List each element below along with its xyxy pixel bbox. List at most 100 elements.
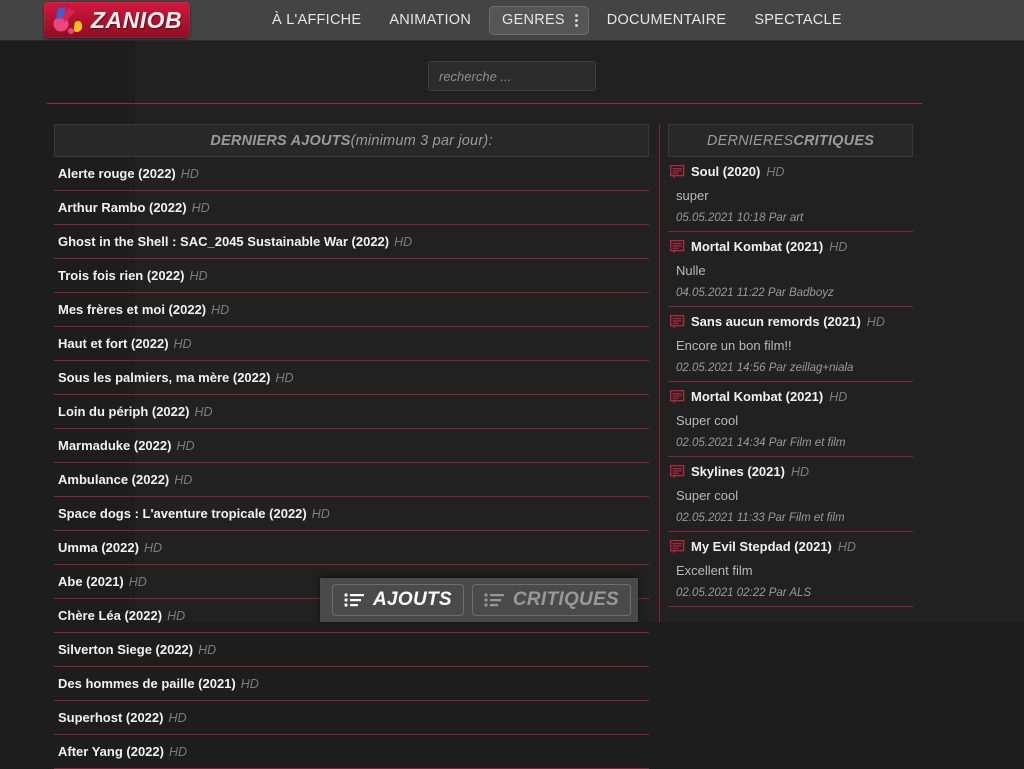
nav-label: GENRES (502, 11, 565, 28)
main-nav: À L'AFFICHE ANIMATION GENRES DOCUMENTAIR… (258, 0, 856, 41)
review-movie-title: Mortal Kombat (2021) (691, 389, 824, 404)
quality-badge: HD (189, 269, 208, 283)
colorful-shapes-icon (53, 7, 83, 34)
review-movie-title: Soul (2020) (691, 164, 761, 179)
movie-title: Alerte rouge (2022) (58, 166, 176, 181)
review-item[interactable]: Soul (2020) HD super 05.05.2021 10:18 Par a… (668, 157, 913, 232)
top-navigation-bar: ZANIOB À L'AFFICHE ANIMATION GENRES DOCU… (0, 0, 1024, 41)
list-item[interactable]: Superhost (2022) HD (54, 701, 649, 735)
list-item[interactable]: Loin du périph (2022) HD (54, 395, 649, 429)
comment-icon (670, 239, 685, 253)
list-icon (484, 593, 504, 607)
ajouts-list: Alerte rouge (2022) HD Arthur Rambo (2022)… (54, 157, 649, 769)
nav-item-documentaire[interactable]: DOCUMENTAIRE (593, 0, 741, 41)
list-item[interactable]: Arthur Rambo (2022) HD (54, 191, 649, 225)
movie-title: Umma (2022) (58, 540, 139, 555)
review-title-row[interactable]: Soul (2020) HD (670, 164, 913, 179)
nav-label: À L'AFFICHE (272, 11, 362, 28)
review-item[interactable]: My Evil Stepdad (2021) HD Excellent film 02… (668, 532, 913, 607)
review-meta: 02.05.2021 14:56 Par zeillag+niala (676, 362, 854, 374)
review-item[interactable]: Skylines (2021) HD Super cool 02.05.2021 11… (668, 457, 913, 532)
review-title-row[interactable]: Mortal Kombat (2021) HD (670, 239, 913, 254)
list-item[interactable]: Ambulance (2022) HD (54, 463, 649, 497)
panel-title-ajouts: DERNIERS AJOUTS (210, 132, 351, 149)
review-title-row[interactable]: My Evil Stepdad (2021) HD (670, 539, 913, 554)
quality-badge: HD (128, 575, 147, 589)
review-body: Super cool (676, 488, 739, 503)
tab-critiques[interactable]: CRITIQUES (471, 584, 632, 616)
review-item[interactable]: Sans aucun remords (2021) HD Encore un bon… (668, 307, 913, 382)
movie-title: Abe (2021) (58, 574, 124, 589)
panel-title-critiques: DERNIERES (706, 132, 794, 149)
tab-ajouts[interactable]: AJOUTS (332, 584, 464, 616)
list-item[interactable]: Trois fois rien (2022) HD (54, 259, 649, 293)
nav-item-animation[interactable]: ANIMATION (375, 0, 485, 41)
comment-icon (670, 389, 685, 403)
review-title-row[interactable]: Sans aucun remords (2021) HD (670, 314, 913, 329)
quality-badge: HD (866, 314, 885, 329)
quality-badge: HD (766, 164, 785, 179)
movie-title: Silverton Siege (2022) (58, 642, 194, 657)
quality-badge: HD (837, 539, 856, 554)
review-item[interactable]: Mortal Kombat (2021) HD Nulle 04.05.2021 11… (668, 232, 913, 307)
search-input[interactable] (428, 61, 596, 91)
bottom-tab-bar: AJOUTS CRITIQUES (320, 578, 638, 622)
review-movie-title: Skylines (2021) (691, 464, 785, 479)
movie-title: Loin du périph (2022) (58, 404, 190, 419)
review-body: Super cool (676, 413, 739, 428)
panel-dernieres-critiques: DERNIERES CRITIQUES Soul (2020) HD super 05… (668, 124, 913, 607)
nav-label: DOCUMENTAIRE (606, 11, 727, 28)
search-row (0, 61, 1024, 91)
comment-icon (670, 464, 685, 478)
list-item[interactable]: Des hommes de paille (2021) HD (54, 667, 649, 701)
list-item[interactable]: Ghost in the Shell : SAC_2045 Sustainabl… (54, 225, 649, 259)
list-item[interactable]: Alerte rouge (2022) HD (54, 157, 649, 191)
review-movie-title: My Evil Stepdad (2021) (691, 539, 832, 554)
review-movie-title: Mortal Kombat (2021) (691, 239, 824, 254)
list-item[interactable]: Marmaduke (2022) HD (54, 429, 649, 463)
review-title-row[interactable]: Mortal Kombat (2021) HD (670, 389, 913, 404)
nav-item-spectacle[interactable]: SPECTACLE (740, 0, 855, 41)
quality-badge: HD (167, 609, 186, 623)
review-item[interactable]: Mortal Kombat (2021) HD Super cool 02.05.20… (668, 382, 913, 457)
panel-subtitle-ajouts: (minimum 3 par jour): (350, 132, 493, 149)
comment-icon (670, 314, 685, 328)
review-body: Excellent film (676, 563, 753, 578)
review-meta: 05.05.2021 10:18 Par art (676, 212, 804, 224)
review-movie-title: Sans aucun remords (2021) (691, 314, 861, 329)
list-item[interactable]: Haut et fort (2022) HD (54, 327, 649, 361)
review-meta: 02.05.2021 14:34 Par Film et film (676, 437, 846, 449)
movie-title: Haut et fort (2022) (58, 336, 169, 351)
list-item[interactable]: Sous les palmiers, ma mère (2022) HD (54, 361, 649, 395)
panel-title-critiques-em: CRITIQUES (793, 132, 875, 149)
review-title-row[interactable]: Skylines (2021) HD (670, 464, 913, 479)
list-item[interactable]: After Yang (2022) HD (54, 735, 649, 769)
panel-vertical-divider (659, 124, 660, 622)
quality-badge: HD (174, 473, 193, 487)
quality-badge: HD (198, 643, 217, 657)
review-body: super (676, 188, 709, 203)
nav-label: ANIMATION (389, 11, 472, 28)
quality-badge: HD (275, 371, 294, 385)
movie-title: Arthur Rambo (2022) (58, 200, 187, 215)
critiques-list: Soul (2020) HD super 05.05.2021 10:18 Par a… (668, 157, 913, 607)
quality-badge: HD (240, 677, 259, 691)
quality-badge: HD (191, 201, 210, 215)
movie-title: Mes frères et moi (2022) (58, 302, 207, 317)
quality-badge: HD (176, 439, 195, 453)
movie-title: Chère Léa (2022) (58, 608, 163, 623)
quality-badge: HD (829, 239, 848, 254)
site-logo[interactable]: ZANIOB (44, 2, 190, 38)
quality-badge: HD (168, 745, 188, 759)
panel-header-critiques: DERNIERES CRITIQUES (668, 124, 913, 157)
nav-item-genres[interactable]: GENRES (489, 5, 589, 35)
logo-text: ZANIOB (91, 6, 183, 33)
quality-badge: HD (180, 167, 199, 181)
list-item[interactable]: Silverton Siege (2022) HD (54, 633, 649, 667)
movie-title: After Yang (2022) (58, 744, 164, 759)
list-item[interactable]: Umma (2022) HD (54, 531, 649, 565)
list-item[interactable]: Space dogs : L'aventure tropicale (2022)… (54, 497, 649, 531)
kebab-menu-icon[interactable] (574, 13, 578, 27)
nav-item-a-laffiche[interactable]: À L'AFFICHE (258, 0, 375, 41)
list-item[interactable]: Mes frères et moi (2022) HD (54, 293, 649, 327)
